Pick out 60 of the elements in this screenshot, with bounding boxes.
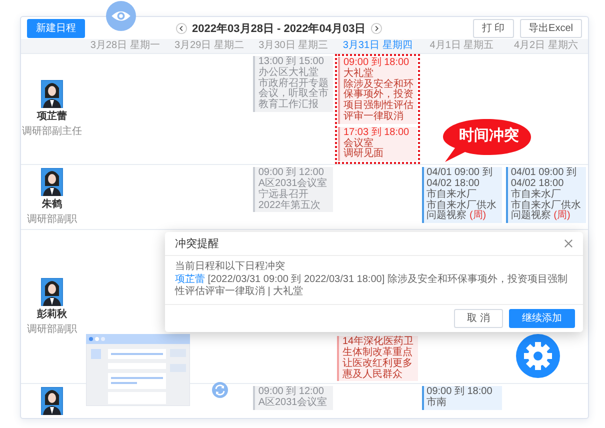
event-time: 13:00 到 15:00 [258, 57, 325, 67]
event-card[interactable]: 09:00 到 18:00 市南 [422, 386, 502, 410]
event-place: 市自来水厂 [510, 190, 562, 200]
event-time: 09:00 到 18:00 [426, 387, 494, 398]
event-subject: 除涉及安全和环保事项外，投资项目强制性评估评审一律取消 [343, 80, 414, 123]
day-header: 3月28日 星期一 [89, 39, 161, 53]
event-time: 09:00 到 12:00 [258, 168, 324, 178]
cancel-button[interactable]: 取 消 [454, 308, 503, 328]
close-icon[interactable] [564, 239, 573, 248]
person-title: 调研部副职 [27, 212, 77, 226]
event-subject: 市自来水厂供水问题视察 (周) [426, 200, 498, 222]
event-subject: 调研见面 [343, 149, 384, 160]
day-header: 3月29日 星期二 [174, 39, 245, 53]
event-place: 办公区大礼堂 [258, 68, 318, 78]
event-place: 会议室 [343, 138, 374, 149]
dialog-message: 当前日程和以下日程冲突 [175, 261, 286, 274]
chevron-right-icon[interactable] [370, 22, 382, 34]
continue-button[interactable]: 继续添加 [509, 308, 575, 328]
event-place: A区2031会议室 [258, 398, 328, 409]
event-subject: 宁远县召开2022年第五次 [258, 190, 322, 212]
event-card[interactable]: 09:00 到 12:00 A区2031会议室 宁远县召开2022年第五次 [253, 167, 334, 212]
person-name: 朱鹤 [42, 198, 62, 212]
day-header: 4月1日 星期五 [428, 39, 495, 53]
event-subject: 市自来水厂供水问题视察 (周) [510, 200, 582, 222]
person-title: 调研部副主任 [22, 124, 82, 138]
event-subject: 市政府召开专题会议，听取全市教育工作汇报 [258, 78, 330, 111]
refresh-icon [212, 382, 228, 398]
dialog-title: 冲突提醒 [175, 236, 219, 252]
settings-icon[interactable] [516, 334, 560, 378]
event-time: 09:00 到 12:00 [258, 387, 324, 398]
event-time: 04/01 09:00 到 04/02 18:00 [510, 168, 578, 189]
day-header: 3月30日 星期三 [258, 39, 330, 53]
person-name: 彭莉秋 [37, 308, 67, 321]
event-card[interactable]: 09:00 到 12:00 A区2031会议室 [253, 386, 334, 410]
event-card[interactable]: 04/01 09:00 到 04/02 18:00 市自来水厂 市自来水厂供水问题视察 (周) [422, 167, 502, 224]
new-event-button[interactable]: 新建日程 [27, 18, 85, 38]
print-button[interactable]: 打 印 [472, 18, 514, 38]
event-place: 市南 [426, 398, 448, 409]
person-name: 项芷蕾 [37, 110, 67, 124]
day-header: 3月31日 星期四 [342, 39, 414, 53]
chevron-left-icon[interactable] [176, 22, 188, 34]
event-time: 17:03 到 18:00 [343, 128, 410, 138]
export-button[interactable]: 导出Excel [520, 18, 582, 38]
day-header: 4月2日 星期六 [512, 39, 579, 53]
person-title: 调研部副职 [27, 322, 77, 336]
conflict-tooltip: 时间冲突 [441, 117, 533, 163]
event-card[interactable]: 13:00 到 15:00 办公区大礼堂 市政府召开专题会议，听取全市教育工作汇报 [253, 56, 334, 112]
event-time: 04/01 09:00 到 04/02 18:00 [426, 168, 494, 189]
event-place: 市自来水厂 [426, 190, 478, 200]
event-place: A区2031会议室 [258, 178, 328, 189]
person-link[interactable]: 项芷蕾 [175, 274, 205, 285]
event-tag: (周) [554, 210, 570, 222]
date-range: 2022年03月28日 - 2022年04月03日 [192, 22, 366, 36]
event-place: 大礼堂 [343, 68, 374, 79]
conflict-detail: 项芷蕾 [2022/03/31 09:00 到 2022/03/31 18:00] 除涉及安全和环保事项外，投资项目强制性评估评审一律取消 | 大礼堂 [175, 274, 568, 299]
event-card[interactable]: 04/01 09:00 到 04/02 18:00 市自来水厂 市自来水厂供水问题视察 (周) [506, 167, 586, 224]
event-card[interactable]: 17:03 到 18:00 会议室 调研见面 [338, 126, 417, 162]
event-tag: (周) [469, 210, 486, 222]
event-card[interactable]: 09:00 到 18:00 大礼堂 除涉及安全和环保事项外，投资项目强制性评估评审一律取消 [338, 57, 417, 124]
event-time: 09:00 到 18:00 [343, 58, 410, 68]
